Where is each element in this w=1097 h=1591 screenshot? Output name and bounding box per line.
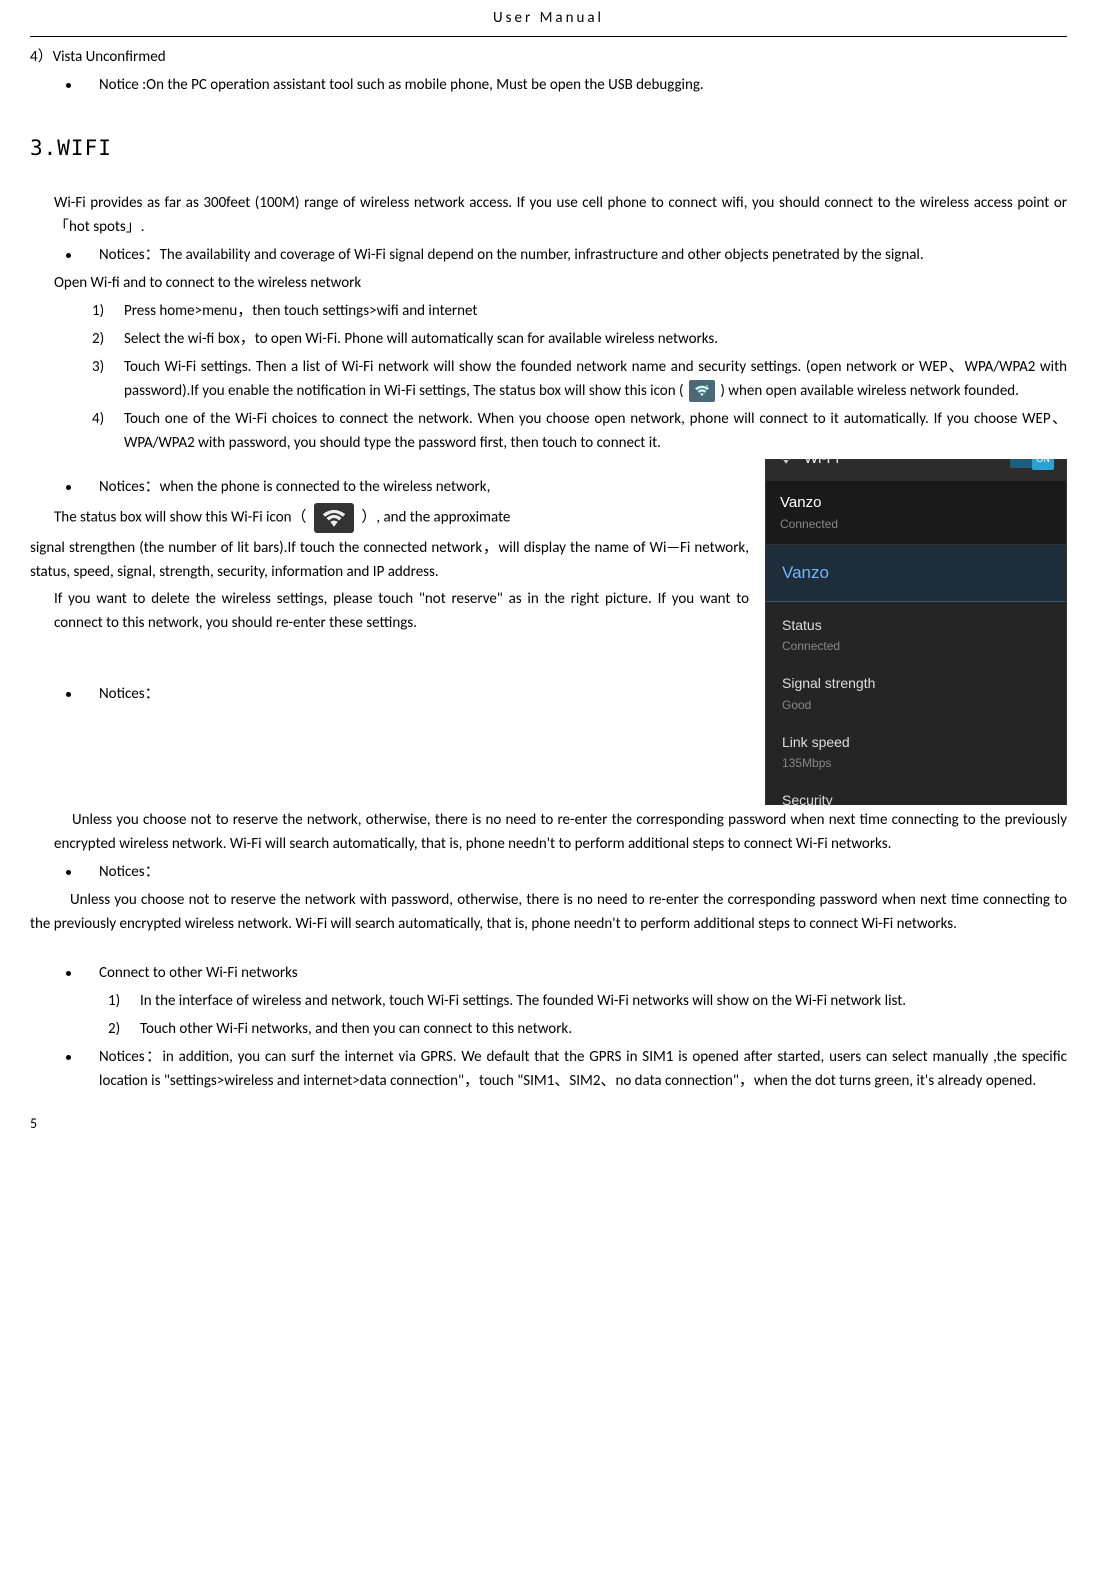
page-header: User Manual [30, 0, 1067, 37]
toggle-on-icon[interactable]: ON [1010, 459, 1054, 469]
notice-reserve-2: Unless you choose not to reserve the net… [30, 888, 1067, 936]
field-signal: Signal strength Good [766, 664, 1066, 723]
phone-appbar-title: Wi-Fi [804, 459, 839, 472]
connect-other-title: Connect to other Wi-Fi networks [99, 961, 1067, 985]
step-3-text: Touch Wi-Fi settings. Then a list of Wi-… [124, 355, 1067, 403]
notice-availability: Notices：The availability and coverage of… [99, 243, 1067, 267]
notice-label: Notices： [99, 860, 1067, 884]
open-wifi-heading: Open Wi-fi and to connect to the wireles… [54, 271, 1067, 295]
field-label: Link speed [782, 731, 1050, 753]
step-number: 1) [108, 989, 140, 1013]
step-1-text: Press home>menu，then touch settings>wifi… [124, 299, 1067, 323]
field-status: Status Connected [766, 606, 1066, 665]
phone-screenshot: 22:32 Wi-Fi ON Vanzo Connected Vanzo Sta… [765, 459, 1067, 805]
step-2-text: Select the wi-fi box，to open Wi-Fi. Phon… [124, 327, 1067, 351]
notice-reserve-2-text: Unless you choose not to reserve the net… [30, 891, 1067, 933]
svg-text:?: ? [705, 384, 708, 391]
dialog-body: Status Connected Signal strength Good Li… [766, 602, 1066, 805]
notice-connected: Notices：when the phone is connected to t… [99, 475, 749, 499]
wifi-connected-icon [314, 503, 354, 533]
notice-reserve-1-text: Unless you choose not to reserve the net… [54, 811, 1067, 853]
connected-status: Connected [780, 515, 1052, 534]
bullet-icon [66, 1055, 71, 1060]
connected-ssid: Vanzo [780, 491, 1052, 515]
status-para-post: ）, and the approximate [361, 508, 510, 526]
connect-other-step-1: In the interface of wireless and network… [140, 989, 1067, 1013]
connect-other-step-2: Touch other Wi-Fi networks, and then you… [140, 1017, 1067, 1041]
bullet-icon [66, 870, 71, 875]
bullet-icon [66, 971, 71, 976]
field-label: Signal strength [782, 672, 1050, 694]
wifi-available-icon: ? [689, 380, 715, 402]
bullet-icon [66, 692, 71, 697]
field-link-speed: Link speed 135Mbps [766, 723, 1066, 782]
field-value: 135Mbps [782, 754, 1050, 773]
notice-gprs: Notices：in addition, you can surf the in… [99, 1045, 1067, 1093]
field-security: Security WPA/WPA2 PSK [766, 781, 1066, 804]
field-label: Security [782, 789, 1050, 804]
field-label: Status [782, 614, 1050, 636]
step-number: 3) [92, 355, 124, 379]
notice-usb-text: Notice :On the PC operation assistant to… [99, 73, 1067, 97]
phone-appbar: Wi-Fi ON [766, 459, 1066, 482]
step-4-text: Touch one of the Wi-Fi choices to connec… [124, 407, 1067, 455]
field-value: Connected [782, 637, 1050, 656]
step-number: 1) [92, 299, 124, 323]
notice-reserve-1: Unless you choose not to reserve the net… [54, 808, 1067, 856]
step-number: 2) [92, 327, 124, 351]
bullet-icon [66, 83, 71, 88]
vista-line: 4）Vista Unconfirmed [30, 45, 1067, 69]
section-heading-wifi: 3.WIFI [30, 132, 1067, 166]
dialog-title: Vanzo [766, 545, 1066, 601]
field-value: Good [782, 696, 1050, 715]
intro-paragraph: Wi-Fi provides as far as 300feet (100M) … [54, 191, 1067, 239]
wifi-icon [778, 459, 794, 467]
page-number: 5 [30, 1113, 1067, 1135]
status-para-pre: The status box will show this Wi-Fi icon… [54, 508, 307, 526]
bullet-icon [66, 485, 71, 490]
step-number: 2) [108, 1017, 140, 1041]
step-3-post: ) when open available wireless network f… [720, 382, 1019, 400]
step-number: 4) [92, 407, 124, 431]
bullet-icon [66, 253, 71, 258]
phone-connected-network[interactable]: Vanzo Connected [766, 481, 1066, 545]
notice-label: Notices： [99, 682, 749, 706]
